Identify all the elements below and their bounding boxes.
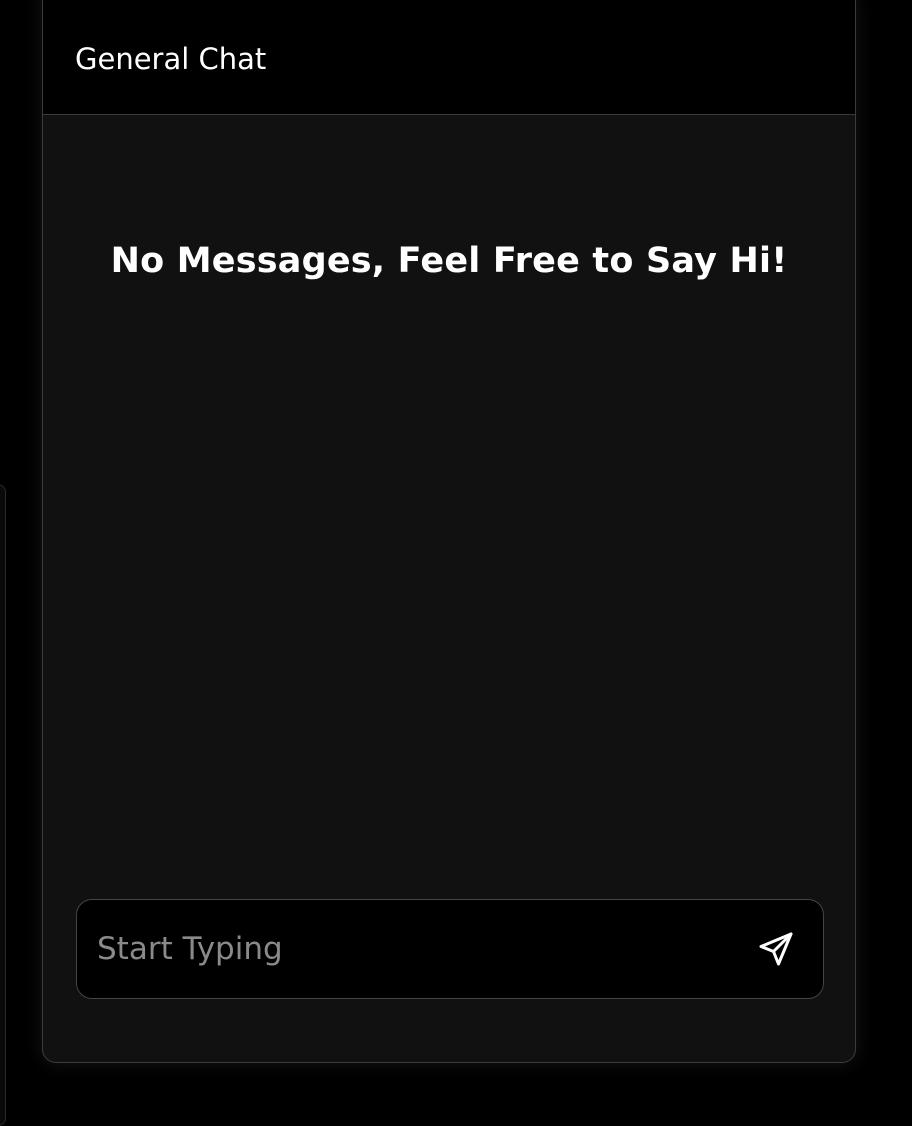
message-input[interactable] xyxy=(97,926,717,972)
message-composer xyxy=(76,899,824,999)
chat-title: General Chat xyxy=(75,42,267,76)
empty-state-message: No Messages, Feel Free to Say Hi! xyxy=(110,241,788,281)
chat-panel: General Chat No Messages, Feel Free to S… xyxy=(42,0,856,1063)
side-panel-edge xyxy=(0,484,6,1126)
send-button[interactable] xyxy=(753,926,799,972)
send-icon xyxy=(759,932,793,966)
chat-header: General Chat xyxy=(43,0,855,115)
